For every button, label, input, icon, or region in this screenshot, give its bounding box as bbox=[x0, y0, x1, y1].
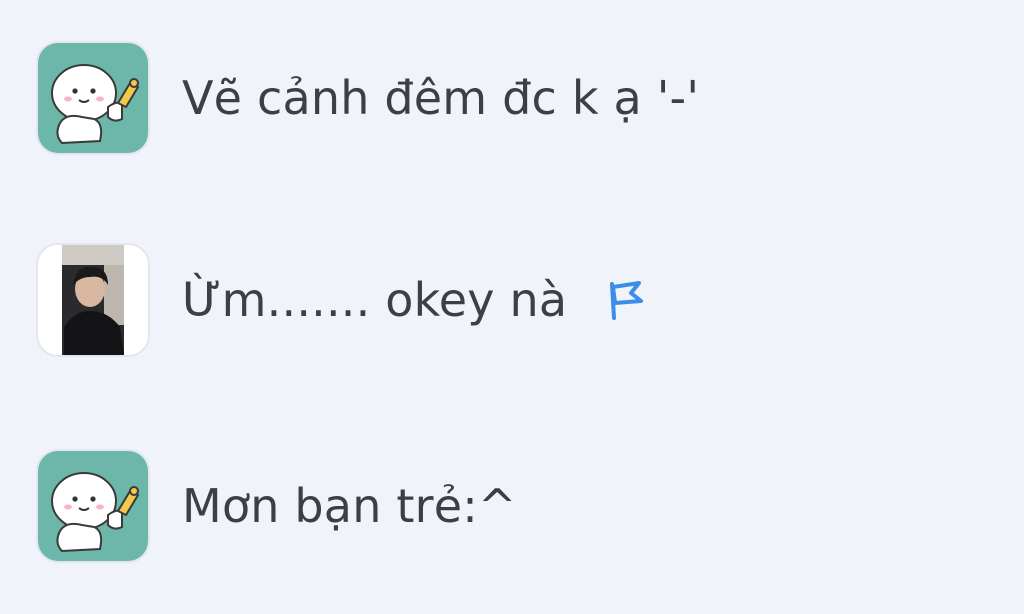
message-row: Mơn bạn trẻ:^ bbox=[36, 446, 517, 566]
message-list: Vẽ cảnh đêm đc k ạ '-' Ừm....... okey nà bbox=[0, 0, 1024, 614]
sticker-avatar-icon[interactable] bbox=[36, 41, 150, 155]
message-row: Vẽ cảnh đêm đc k ạ '-' bbox=[36, 38, 699, 158]
message-text: Mơn bạn trẻ:^ bbox=[182, 479, 517, 533]
message-text: Vẽ cảnh đêm đc k ạ '-' bbox=[182, 71, 700, 125]
photo-avatar[interactable] bbox=[36, 243, 150, 357]
sticker-avatar-icon[interactable] bbox=[36, 449, 150, 563]
flag-icon[interactable] bbox=[603, 278, 647, 322]
message-row: Ừm....... okey nà bbox=[36, 240, 647, 360]
message-text: Ừm....... okey nà bbox=[182, 273, 568, 327]
